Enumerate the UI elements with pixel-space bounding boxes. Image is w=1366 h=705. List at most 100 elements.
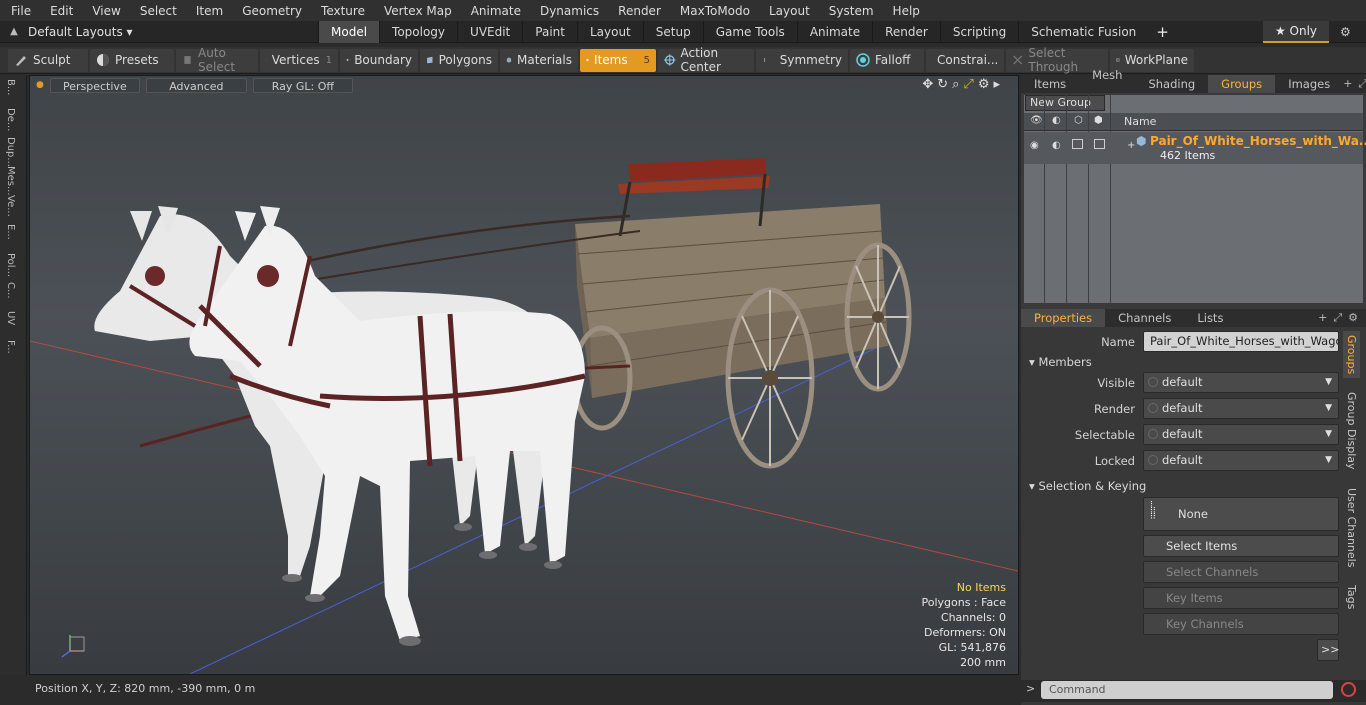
tab-groups[interactable]: Groups [1208, 75, 1276, 93]
render-dropdown[interactable]: default ▼ [1143, 398, 1339, 419]
menu-item-texture[interactable]: Texture [310, 4, 373, 18]
render-icon[interactable]: ◐ [1052, 140, 1061, 151]
presets-button[interactable]: Presets [90, 48, 174, 72]
layout-tab-model[interactable]: Model [318, 20, 380, 43]
maximize-icon[interactable]: ⤢ [1333, 311, 1342, 325]
layout-tab-uvedit[interactable]: UVEdit [457, 20, 522, 43]
left-tool-tab[interactable]: Ve... [5, 195, 16, 217]
tab-channels[interactable]: Channels [1105, 309, 1184, 327]
record-icon[interactable] [1341, 682, 1356, 697]
tab-shading[interactable]: Shading [1135, 75, 1208, 93]
polygons-button[interactable]: Polygons [420, 48, 498, 72]
group-row[interactable]: ◉ ◐ + ⬢ Pair_Of_White_Horses_with_Wa... … [1024, 132, 1366, 164]
layout-tab-animate[interactable]: Animate [796, 20, 872, 43]
select-through-icon [1013, 55, 1023, 65]
lock-header-icon[interactable]: ⬢ [1094, 115, 1103, 126]
left-tool-tab[interactable]: Pol... [5, 253, 16, 277]
left-tool-tab[interactable]: C... [5, 282, 16, 299]
left-tool-tab[interactable]: E... [5, 224, 16, 240]
eye-icon[interactable]: ◉ [1030, 140, 1039, 151]
layout-tab-schematic-fusion[interactable]: Schematic Fusion [1018, 20, 1148, 43]
lock-box-icon[interactable] [1094, 139, 1105, 149]
layout-collapse-icon[interactable]: ▲ [0, 26, 28, 37]
select-items-button[interactable]: Select Items [1143, 535, 1339, 557]
add-tab-icon[interactable]: + [1148, 23, 1177, 41]
group-list[interactable]: New Group 👁 ◐ ⬡ ⬢ Name ◉ ◐ + ⬢ Pair_Of_W… [1024, 95, 1366, 303]
new-group-button[interactable]: New Group [1025, 95, 1105, 111]
name-field[interactable]: Pair_Of_White_Horses_with_Wagon ( [1143, 331, 1339, 352]
boundary-button[interactable]: Boundary [340, 48, 418, 72]
more-button[interactable]: >> [1317, 639, 1339, 661]
falloff-button[interactable]: Falloff [850, 48, 924, 72]
layout-tab-game-tools[interactable]: Game Tools [702, 20, 797, 43]
left-tool-tab[interactable]: B... [5, 79, 16, 95]
layout-tab-setup[interactable]: Setup [642, 20, 703, 43]
render-header-icon[interactable]: ◐ [1052, 115, 1061, 126]
menu-item-edit[interactable]: Edit [39, 4, 81, 18]
command-input[interactable]: Command [1041, 681, 1333, 699]
menu-item-item[interactable]: Item [185, 4, 231, 18]
items-button[interactable]: Items 5 [580, 48, 656, 72]
layout-selector[interactable]: Default Layouts ▾ [28, 25, 318, 39]
add-tab-icon[interactable]: + [1318, 311, 1327, 325]
left-tool-tab[interactable]: Mes... [5, 166, 16, 196]
side-tab-group-display[interactable]: Group Display [1343, 388, 1360, 474]
tab-items[interactable]: Items [1021, 75, 1079, 93]
menu-item-file[interactable]: File [0, 4, 39, 18]
materials-button[interactable]: Materials [500, 48, 578, 72]
panel-gear-icon[interactable]: ⚙ [1348, 311, 1358, 325]
layout-tab-render[interactable]: Render [872, 20, 940, 43]
layout-tab-paint[interactable]: Paint [522, 20, 577, 43]
symmetry-button[interactable]: Symmetry [756, 48, 848, 72]
tab-properties[interactable]: Properties [1021, 309, 1106, 327]
select-box-icon[interactable] [1072, 139, 1083, 149]
layout-tab-layout[interactable]: Layout [576, 20, 643, 43]
menu-item-layout[interactable]: Layout [758, 4, 818, 18]
layout-tab-scripting[interactable]: Scripting [939, 20, 1018, 43]
constraints-button[interactable]: Constrai... [926, 48, 1004, 72]
left-tool-tab[interactable]: UV [5, 311, 16, 325]
gear-icon[interactable]: ⚙ [1340, 21, 1351, 43]
layout-tab-topology[interactable]: Topology [379, 20, 457, 43]
select-channels-button[interactable]: Select Channels [1143, 561, 1339, 583]
locked-dropdown[interactable]: default ▼ [1143, 450, 1339, 471]
menu-item-maxtomodo[interactable]: MaxToModo [669, 4, 758, 18]
add-tab-icon[interactable]: + [1343, 77, 1352, 91]
key-items-button[interactable]: Key Items [1143, 587, 1339, 609]
expand-icon[interactable]: + [1127, 140, 1135, 151]
left-tool-tab[interactable]: F... [5, 340, 16, 354]
menu-item-view[interactable]: View [81, 4, 128, 18]
menu-item-dynamics[interactable]: Dynamics [529, 4, 607, 18]
left-tool-tab[interactable]: De... [5, 108, 16, 131]
command-arrow-icon[interactable]: > [1026, 682, 1035, 695]
menu-item-geometry[interactable]: Geometry [231, 4, 310, 18]
maximize-icon[interactable]: ⤢ [1358, 77, 1366, 91]
side-tab-tags[interactable]: Tags [1343, 581, 1360, 613]
select-header-icon[interactable]: ⬡ [1074, 115, 1083, 126]
menu-item-system[interactable]: System [818, 4, 882, 18]
auto-select-button[interactable]: Auto Select [176, 46, 258, 74]
3d-viewport[interactable]: ● Perspective Advanced Ray GL: Off ✥ ↻ ⌕… [29, 75, 1019, 675]
members-section[interactable]: ▾ Members [1029, 355, 1092, 369]
selectable-dropdown[interactable]: default ▼ [1143, 424, 1339, 445]
visibility-header-icon[interactable]: 👁 [1030, 115, 1043, 126]
menu-item-render[interactable]: Render [607, 4, 669, 18]
action-center-button[interactable]: Action Center [658, 46, 754, 74]
tab-lists[interactable]: Lists [1184, 309, 1236, 327]
locked-row: Locked default ▼ [1021, 450, 1341, 472]
key-channels-button[interactable]: Key Channels [1143, 613, 1339, 635]
side-tab-groups[interactable]: Groups [1343, 331, 1360, 379]
menu-item-help[interactable]: Help [882, 4, 928, 18]
none-button[interactable]: ⁝ ⁝⁝ ⁝⁝ None [1143, 497, 1339, 531]
sculpt-button[interactable]: Sculpt [8, 48, 88, 72]
left-tool-tab[interactable]: Dup... [5, 137, 16, 167]
side-tab-user-channels[interactable]: User Channels [1343, 484, 1360, 571]
selection-keying-section[interactable]: ▾ Selection & Keying [1029, 479, 1146, 493]
menu-item-select[interactable]: Select [129, 4, 185, 18]
menu-item-animate[interactable]: Animate [460, 4, 529, 18]
vertices-button[interactable]: Vertices 1 [260, 48, 338, 72]
visible-dropdown[interactable]: default ▼ [1143, 372, 1339, 393]
tab-images[interactable]: Images [1275, 75, 1343, 93]
only-toggle[interactable]: ★ Only [1263, 21, 1329, 43]
menu-item-vertex-map[interactable]: Vertex Map [373, 4, 460, 18]
